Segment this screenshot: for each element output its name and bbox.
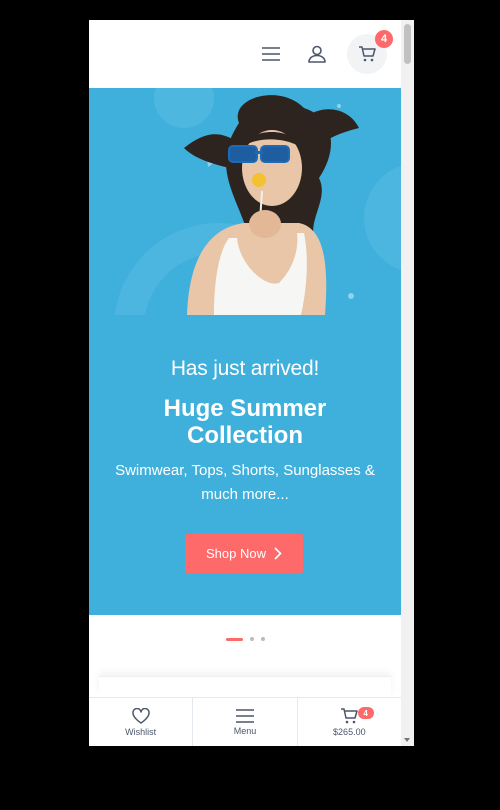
carousel-dot-1[interactable] [225,637,243,641]
user-icon[interactable] [305,42,329,66]
menu-button[interactable]: Menu [192,698,296,746]
heart-icon [131,708,150,724]
wishlist-button[interactable]: Wishlist [89,698,192,746]
cart-count-badge: 4 [375,30,393,48]
wishlist-label: Wishlist [125,727,157,737]
menu-icon[interactable] [259,42,283,66]
shop-now-label: Shop Now [206,546,266,561]
cart-button[interactable]: 4 [347,30,393,74]
content-card-edge [99,676,391,697]
page-content: 4 Has just arrived! Huge Summer Collecti… [89,20,401,746]
shop-now-button[interactable]: Shop Now [185,534,303,573]
hero-title: Huge Summer Collection [163,395,327,449]
carousel-dot-3[interactable] [260,637,265,641]
menu-label: Menu [233,726,257,736]
menu-icon [235,709,254,723]
bottom-toolbar: Wishlist Menu 4 $265.00 [89,697,401,746]
cart-total-label: $265.00 [333,727,366,737]
mobile-viewport: 4 Has just arrived! Huge Summer Collecti… [89,20,414,746]
site-header: 4 [89,20,401,88]
carousel-dot-2[interactable] [249,637,254,641]
scroll-down-arrow[interactable] [404,738,410,742]
hero-banner: Has just arrived! Huge Summer Collection… [89,88,401,615]
hero-kicker: Has just arrived! [170,357,320,380]
cart-count-badge: 4 [357,707,374,719]
cart-icon [359,46,376,62]
hero-subtitle: Swimwear, Tops, Shorts, Sunglasses & muc… [115,462,375,503]
scrollbar[interactable] [401,20,414,746]
chevron-right-icon [274,547,282,560]
carousel-dots [89,637,401,641]
scrollbar-thumb[interactable] [404,24,411,64]
cart-icon [341,708,359,724]
hero-image [89,88,401,315]
cart-total-button[interactable]: 4 $265.00 [296,698,401,746]
hero-text-block: Has just arrived! Huge Summer Collection… [89,315,401,507]
